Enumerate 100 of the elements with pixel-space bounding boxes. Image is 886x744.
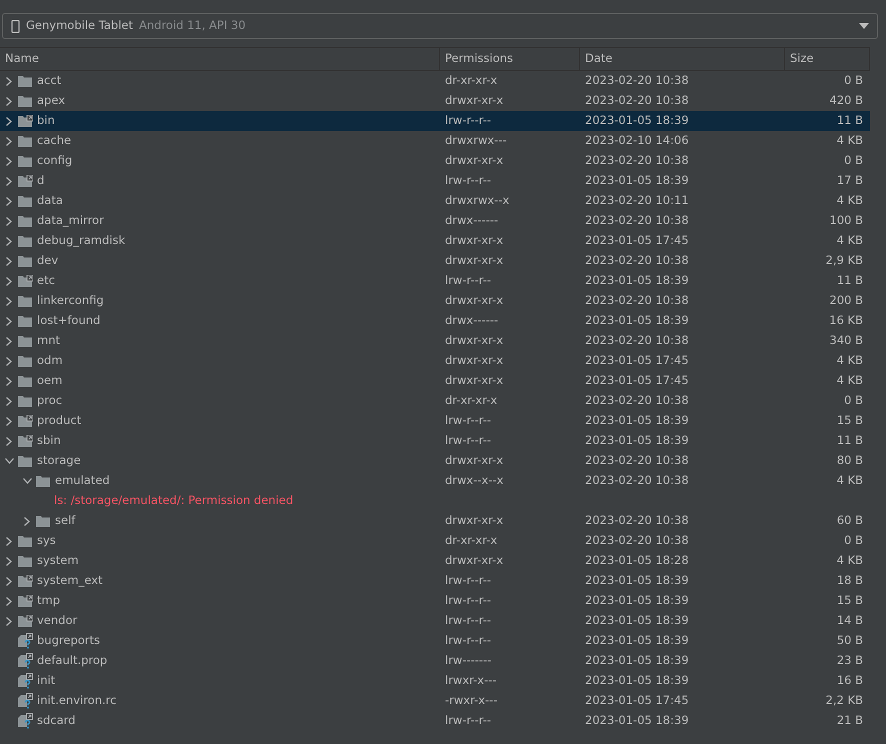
unknown-file-link-icon <box>18 693 33 709</box>
table-row[interactable]: dev drwxr-xr-x 2023-02-20 10:38 2,9 KB <box>0 251 870 271</box>
chevron-right-icon[interactable] <box>6 376 12 386</box>
table-row[interactable]: system drwxr-xr-x 2023-01-05 18:28 4 KB <box>0 551 870 571</box>
device-dropdown[interactable]: Genymobile Tablet Android 11, API 30 <box>2 13 878 39</box>
table-row[interactable]: lost+found drwx------ 2023-01-05 18:39 16 KB <box>0 311 870 331</box>
table-row[interactable]: default.prop lrw------- 2023-01-05 18:39 23 B <box>0 651 870 671</box>
table-row[interactable]: apex drwxr-xr-x 2023-02-20 10:38 420 B <box>0 91 870 111</box>
table-row[interactable]: ls: /storage/emulated/: Permission denied <box>0 491 870 511</box>
permissions-cell-text: drwxr-xr-x <box>444 512 504 530</box>
permissions-cell-text: lrw-r--r-- <box>444 172 492 190</box>
file-name: oem <box>37 372 62 390</box>
date-cell-text: 2023-02-20 10:38 <box>584 532 690 550</box>
size-cell-text: 4 KB <box>836 372 864 390</box>
table-row[interactable]: bin lrw-r--r-- 2023-01-05 18:39 11 B <box>0 111 870 131</box>
table-row[interactable]: oem drwxr-xr-x 2023-01-05 17:45 4 KB <box>0 371 870 391</box>
file-name: sdcard <box>37 712 76 730</box>
chevron-right-icon[interactable] <box>6 116 12 126</box>
chevron-right-icon[interactable] <box>6 316 12 326</box>
chevron-right-icon[interactable] <box>24 516 30 526</box>
chevron-down-icon[interactable] <box>22 478 32 484</box>
table-row[interactable]: bugreports lrw-r--r-- 2023-01-05 18:39 50 B <box>0 631 870 651</box>
size-cell-text: 11 B <box>836 112 864 130</box>
chevron-right-icon[interactable] <box>6 396 12 406</box>
file-name: etc <box>37 272 55 290</box>
folder-icon <box>18 94 33 108</box>
size-cell-text: 4 KB <box>836 232 864 250</box>
file-name: proc <box>37 392 62 410</box>
table-row[interactable]: cache drwxrwx--- 2023-02-10 14:06 4 KB <box>0 131 870 151</box>
column-header[interactable]: Permissions <box>440 48 580 70</box>
chevron-right-icon[interactable] <box>6 96 12 106</box>
table-row[interactable]: sdcard lrw-r--r-- 2023-01-05 18:39 21 B <box>0 711 870 731</box>
file-name: system_ext <box>37 572 103 590</box>
table-row[interactable]: tmp lrw-r--r-- 2023-01-05 18:39 15 B <box>0 591 870 611</box>
size-cell-text: 2,2 KB <box>824 692 864 710</box>
column-header[interactable]: Name <box>0 48 440 70</box>
chevron-right-icon[interactable] <box>6 536 12 546</box>
table-row[interactable]: storage drwxr-xr-x 2023-02-20 10:38 80 B <box>0 451 870 471</box>
permissions-cell-text: lrw-r--r-- <box>444 612 492 630</box>
chevron-right-icon[interactable] <box>6 276 12 286</box>
size-cell-text: 4 KB <box>836 472 864 490</box>
chevron-right-icon[interactable] <box>6 576 12 586</box>
table-row[interactable]: product lrw-r--r-- 2023-01-05 18:39 15 B <box>0 411 870 431</box>
file-name: init.environ.rc <box>37 692 116 710</box>
table-row[interactable]: acct dr-xr-xr-x 2023-02-20 10:38 0 B <box>0 71 870 91</box>
chevron-right-icon[interactable] <box>6 136 12 146</box>
table-row[interactable]: etc lrw-r--r-- 2023-01-05 18:39 11 B <box>0 271 870 291</box>
table-row[interactable]: vendor lrw-r--r-- 2023-01-05 18:39 14 B <box>0 611 870 631</box>
chevron-right-icon[interactable] <box>6 156 12 166</box>
permissions-cell-text: drwxr-xr-x <box>444 252 504 270</box>
table-row[interactable]: linkerconfig drwxr-xr-x 2023-02-20 10:38 200 B <box>0 291 870 311</box>
chevron-right-icon[interactable] <box>6 296 12 306</box>
table-row[interactable]: data drwxrwx--x 2023-02-20 10:11 4 KB <box>0 191 870 211</box>
chevron-right-icon[interactable] <box>6 176 12 186</box>
column-header[interactable]: Size <box>785 48 870 70</box>
unknown-file-link-icon <box>18 673 33 689</box>
chevron-right-icon[interactable] <box>6 556 12 566</box>
permissions-cell-text: lrw-r--r-- <box>444 112 492 130</box>
size-cell-text: 4 KB <box>836 552 864 570</box>
table-row[interactable]: init.environ.rc -rwxr-x--- 2023-01-05 17:45 2,2 KB <box>0 691 870 711</box>
table-row[interactable]: odm drwxr-xr-x 2023-01-05 17:45 4 KB <box>0 351 870 371</box>
permissions-cell-text: drwxr-xr-x <box>444 152 504 170</box>
table-row[interactable]: config drwxr-xr-x 2023-02-20 10:38 0 B <box>0 151 870 171</box>
table-row[interactable]: mnt drwxr-xr-x 2023-02-20 10:38 340 B <box>0 331 870 351</box>
folder-link-icon <box>18 434 33 448</box>
size-cell-text: 21 B <box>836 712 864 730</box>
table-row[interactable]: sys dr-xr-xr-x 2023-02-20 10:38 0 B <box>0 531 870 551</box>
table-row[interactable]: init lrwxr-x--- 2023-01-05 18:39 16 B <box>0 671 870 691</box>
table-row[interactable]: debug_ramdisk drwxr-xr-x 2023-01-05 17:45 4 KB <box>0 231 870 251</box>
table-row[interactable]: emulated drwx--x--x 2023-02-20 10:38 4 KB <box>0 471 870 491</box>
table-row[interactable]: sbin lrw-r--r-- 2023-01-05 18:39 11 B <box>0 431 870 451</box>
size-cell-text: 0 B <box>843 152 864 170</box>
chevron-right-icon[interactable] <box>6 76 12 86</box>
chevron-right-icon[interactable] <box>6 416 12 426</box>
unknown-file-link-icon <box>18 633 33 649</box>
table-row[interactable]: self drwxr-xr-x 2023-02-20 10:38 60 B <box>0 511 870 531</box>
chevron-down-icon[interactable] <box>4 458 14 464</box>
table-row[interactable]: data_mirror drwx------ 2023-02-20 10:38 100 B <box>0 211 870 231</box>
date-cell-text: 2023-01-05 18:39 <box>584 412 690 430</box>
date-cell-text: 2023-01-05 18:39 <box>584 612 690 630</box>
permissions-cell-text: drwxrwx--x <box>444 192 510 210</box>
date-cell-text: 2023-01-05 18:39 <box>584 272 690 290</box>
chevron-right-icon[interactable] <box>6 196 12 206</box>
column-header[interactable]: Date <box>580 48 785 70</box>
table-row[interactable]: system_ext lrw-r--r-- 2023-01-05 18:39 18 B <box>0 571 870 591</box>
chevron-right-icon[interactable] <box>6 596 12 606</box>
chevron-right-icon[interactable] <box>6 336 12 346</box>
chevron-right-icon[interactable] <box>6 436 12 446</box>
table-row[interactable]: proc dr-xr-xr-x 2023-02-20 10:38 0 B <box>0 391 870 411</box>
chevron-right-icon[interactable] <box>6 616 12 626</box>
folder-link-icon <box>18 614 33 628</box>
chevron-right-icon[interactable] <box>6 216 12 226</box>
folder-icon <box>18 294 33 308</box>
date-cell-text: 2023-02-20 10:38 <box>584 252 690 270</box>
chevron-right-icon[interactable] <box>6 356 12 366</box>
table-row[interactable]: d lrw-r--r-- 2023-01-05 18:39 17 B <box>0 171 870 191</box>
chevron-right-icon[interactable] <box>6 256 12 266</box>
unknown-file-link-icon <box>18 653 33 669</box>
size-cell-text: 11 B <box>836 272 864 290</box>
chevron-right-icon[interactable] <box>6 236 12 246</box>
